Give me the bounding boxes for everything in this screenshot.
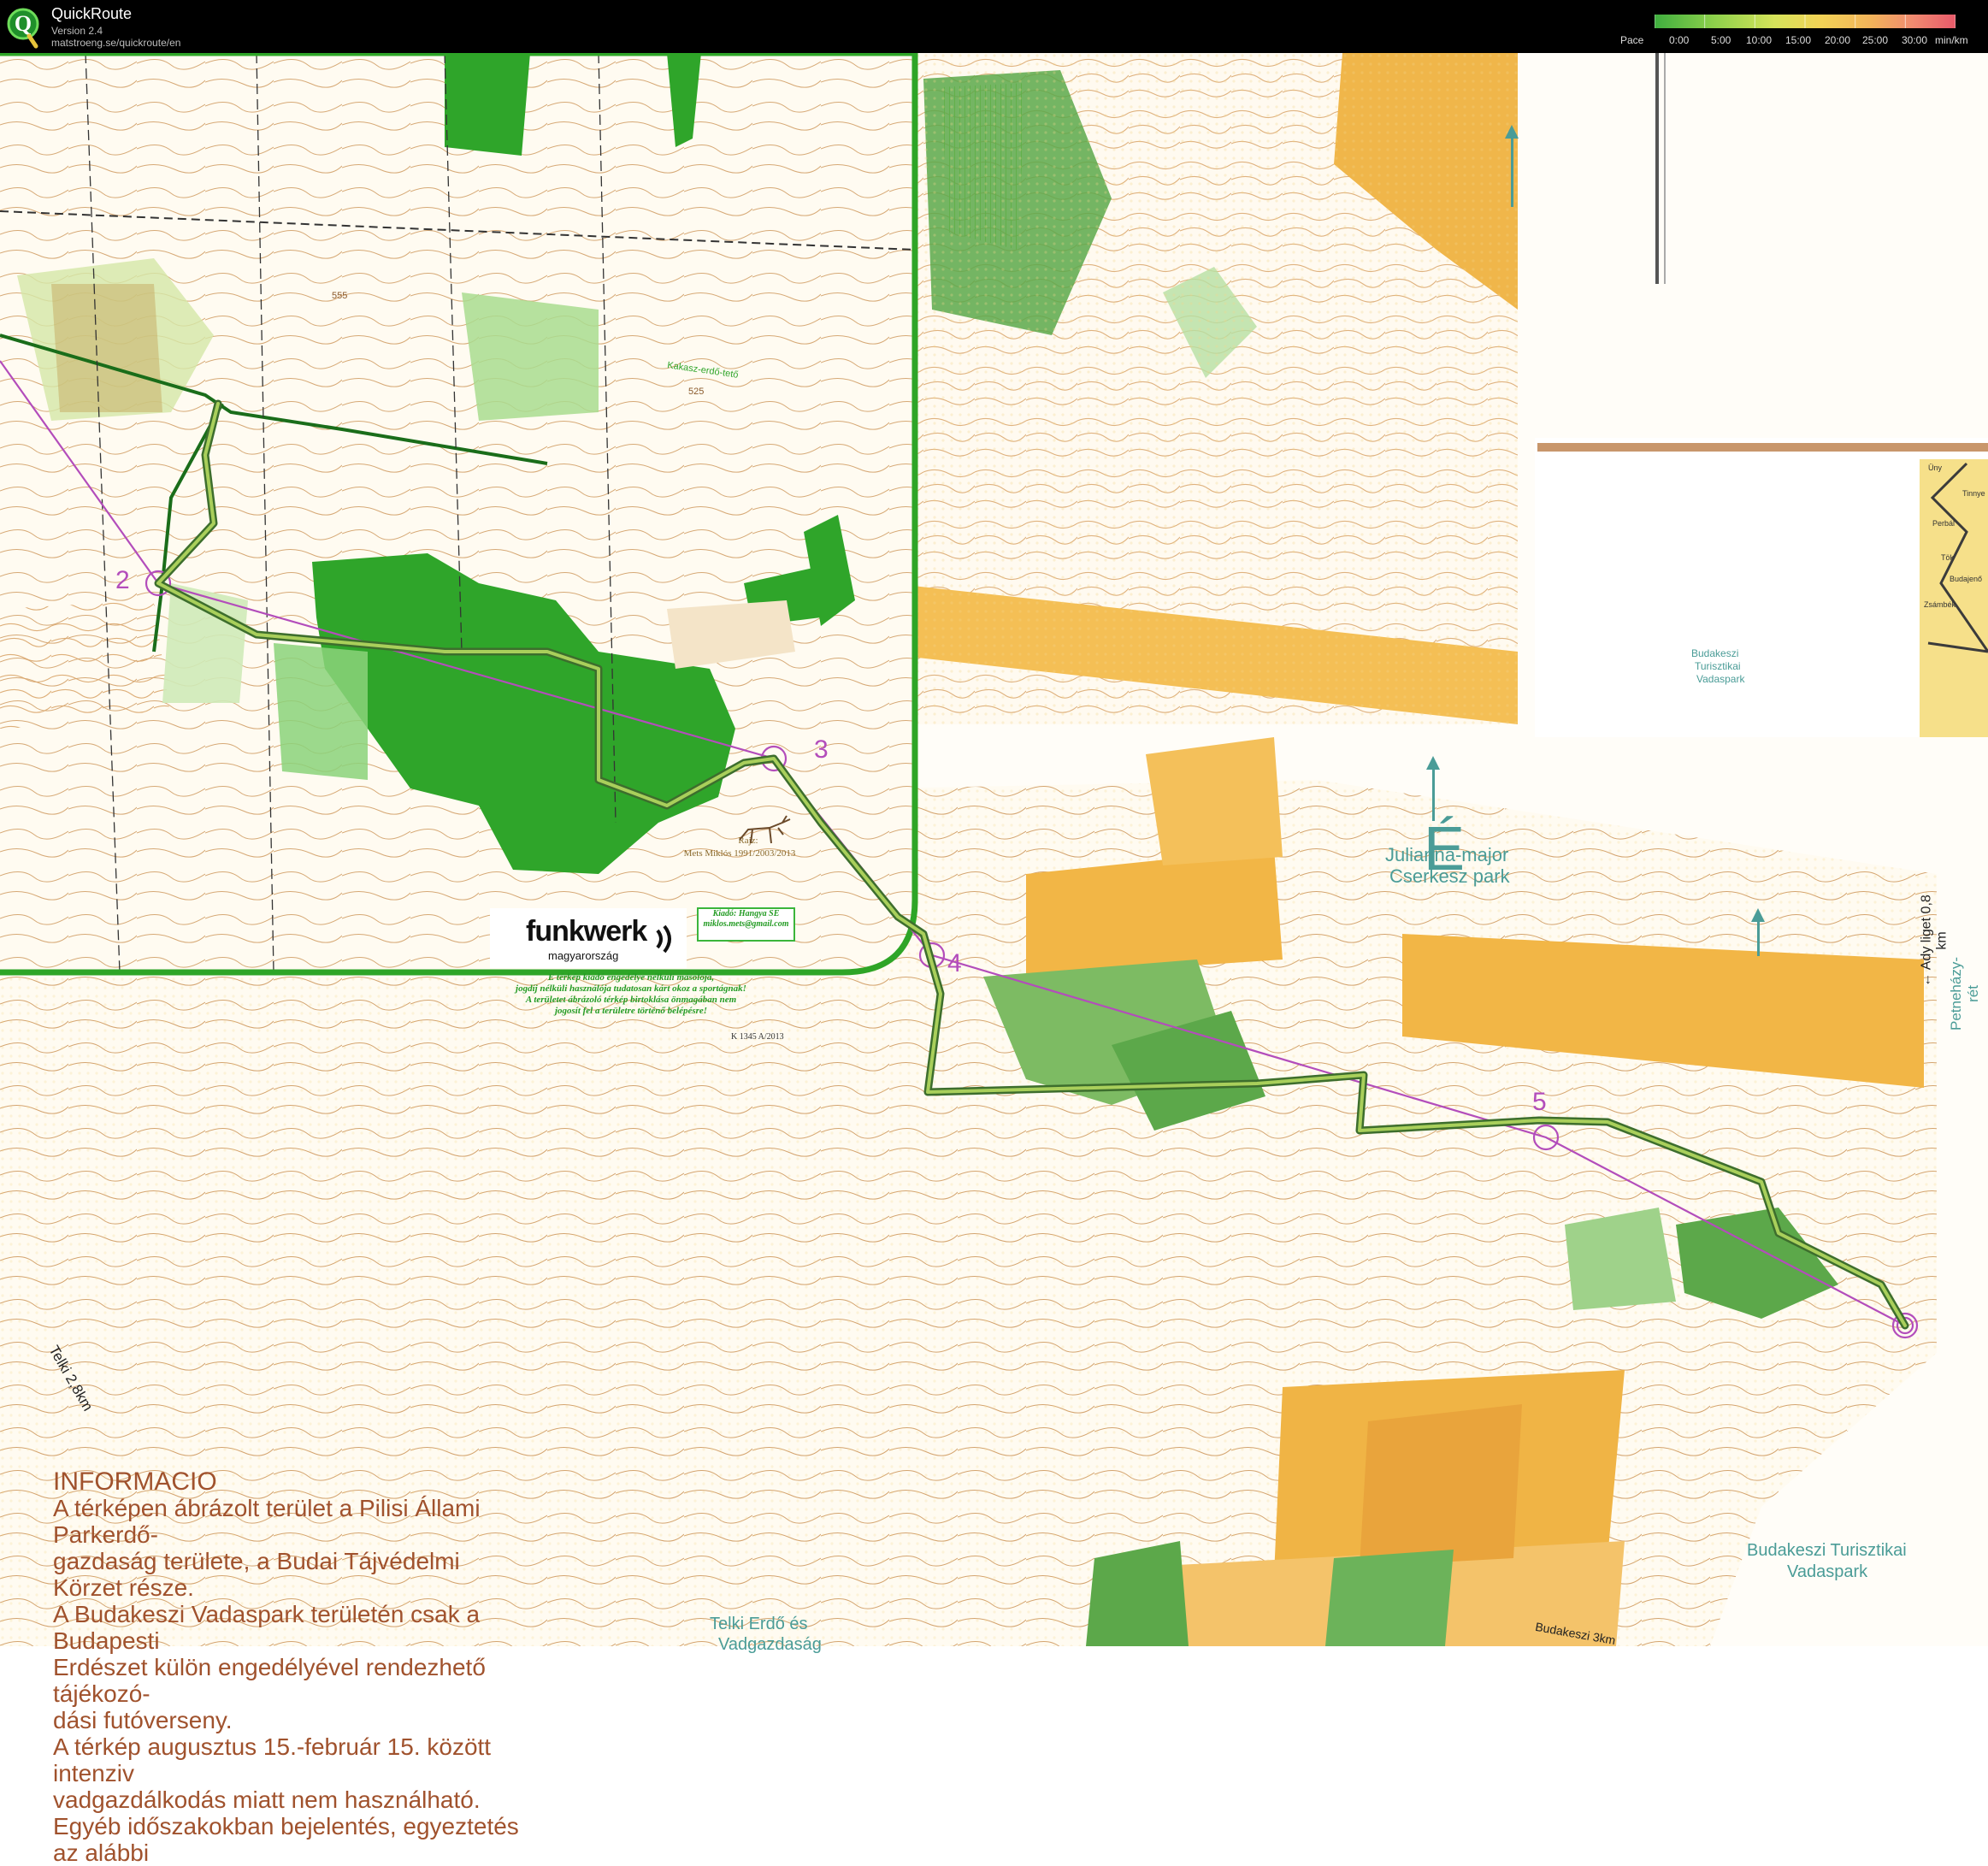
upper-right-map-sheet [855,53,1518,724]
control-number: 4 [947,949,962,977]
deer-icon [739,815,791,844]
app-header: Q QuickRoute Version 2.4 matstroeng.se/q… [0,0,1988,53]
info-line: gazdaság területe, a Budai Tájvédelmi Kö… [53,1548,460,1601]
map-number: K 1345 A/2013 [731,1032,784,1042]
pace-tick: 5:00 [1711,34,1731,46]
inset-town: Tinnye [1962,489,1985,498]
pace-tick: 30:00 [1902,34,1928,46]
spot-height: 555 [332,291,348,301]
legal-line: jogosít fel a területre történő belépésr… [554,1006,708,1016]
inset-town: Perbál [1932,519,1956,528]
sponsor-brand: funkwerk [526,915,647,948]
control-number: 3 [814,735,829,764]
info-line: A térképen ábrázolt terület a Pilisi Áll… [53,1495,481,1548]
place-budakeszi-2: Vadaspark [1787,1562,1868,1581]
pace-tick: 20:00 [1825,34,1851,46]
pace-unit: min/km [1935,34,1968,46]
legal-line: jogdíj nélküli használója tudatosan kárt… [516,983,746,994]
place-budakeszi-small: Vadaspark [1696,673,1745,685]
sponsor-logo: funkwerk magyarország [490,908,687,968]
pace-tick: 25:00 [1862,34,1889,46]
edition-box: Kiadó: Hangya SE miklos.mets@gmail.com [697,907,795,942]
signal-icon [656,924,671,954]
pace-tick: 0:00 [1669,34,1690,46]
orienteering-map[interactable]: 2 3 4 5 É Julianna-major Cserkesz park B… [0,53,1988,1866]
control-number: 2 [115,566,130,594]
info-line: Egyéb időszakokban bejelentés, egyezteté… [53,1813,519,1866]
place-budakeszi-1: Budakeszi Turisztikai [1747,1541,1907,1560]
pace-tick: 15:00 [1785,34,1812,46]
app-url[interactable]: matstroeng.se/quickroute/en [51,37,180,49]
legal-line: A területet ábrázoló térkép birtoklása ö… [525,995,737,1005]
pace-color-scale [1655,15,1956,28]
inset-town: Budajenő [1950,575,1983,583]
place-telki-1: Telki Erdő és [710,1615,808,1633]
app-version: Version 2.4 [51,25,103,37]
svg-text:Q: Q [15,11,32,36]
info-title: INFORMACIO [53,1467,217,1496]
control-number: 5 [1532,1088,1547,1116]
place-julianna: Julianna-major [1385,844,1509,865]
info-line: dási futóverseny. [53,1707,233,1733]
info-line: vadgazdálkodás miatt nem használható. [53,1786,481,1813]
place-ady: ← Ady liget 0,8 km [1919,895,1950,987]
info-block: INFORMACIO A térképen ábrázolt terület a… [53,1468,532,1866]
edition-publisher: Kiadó: Hangya SE [712,909,780,918]
inset-town: Üny [1928,464,1943,472]
info-line: Erdészet külön engedélyével rendezhető t… [53,1654,486,1707]
drawn-by-name: Mets Miklós 1991/2003/2013 [683,848,796,859]
edition-email: miklos.mets@gmail.com [703,919,789,929]
spot-height: 525 [688,387,705,397]
sponsor-sub: magyarország [548,949,619,962]
place-budakeszi-small: Turisztikai [1695,660,1741,672]
inset-town: Tök [1941,553,1955,562]
pace-tick: 10:00 [1746,34,1773,46]
pace-label: Pace [1620,34,1644,46]
map-drawing [0,53,1988,1646]
inset-town: Zsámbék [1924,600,1956,609]
place-cserkesz: Cserkesz park [1389,865,1510,887]
place-telki-2: Vadgazdaság [718,1635,822,1654]
app-title: QuickRoute [51,5,133,22]
info-line: A térkép augusztus 15.-február 15. közöt… [53,1733,492,1786]
legal-line: E térkép kiadó engedélye nélküli másolój… [547,972,715,983]
quickroute-logo-icon: Q [7,8,39,49]
place-petnehazy: Petneházy-rét [1948,957,1981,1030]
legal-notice: E térkép kiadó engedélye nélküli másolój… [469,972,793,1017]
place-budakeszi-small: Budakeszi [1691,647,1739,659]
